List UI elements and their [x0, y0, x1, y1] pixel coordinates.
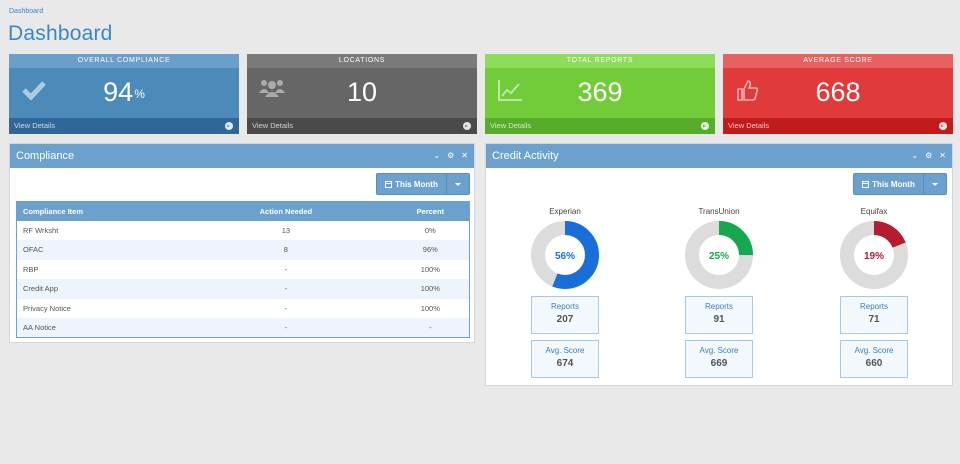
table-row[interactable]: Credit App -100% [16, 279, 470, 299]
bureau-name: Equifax [860, 207, 888, 216]
arrow-circle-icon [701, 122, 709, 130]
stat-box-average-score: AVERAGE SCORE 668 View Details [723, 54, 953, 134]
reports-card[interactable]: Reports 91 [685, 296, 753, 334]
stat-box-compliance: OVERALL COMPLIANCE 94% View Details [9, 54, 239, 134]
arrow-circle-icon [225, 122, 233, 130]
this-month-button[interactable]: This Month [854, 174, 924, 194]
avg-score-card[interactable]: Avg. Score 660 [840, 340, 908, 378]
stat-value: 369 [577, 77, 623, 107]
gear-icon[interactable]: ⚙ [447, 152, 454, 160]
reports-card[interactable]: Reports 71 [840, 296, 908, 334]
avg-score-card[interactable]: Avg. Score 674 [531, 340, 599, 378]
column-header[interactable]: Compliance Item [16, 201, 181, 221]
panel-title: Compliance [16, 150, 75, 162]
view-details-link[interactable]: View Details [485, 118, 715, 134]
donut-chart: 25% [685, 221, 753, 289]
compliance-panel: Compliance ⌄ ⚙ ✕ This Month Compliance I… [9, 143, 475, 343]
this-month-button[interactable]: This Month [377, 174, 447, 194]
view-details-link[interactable]: View Details [247, 118, 477, 134]
bureau-name: TransUnion [698, 207, 740, 216]
donut-chart: 19% [840, 221, 908, 289]
bureau-equifax: Equifax 19% Reports 71 Avg. Score 660 [834, 207, 914, 378]
this-month-dropdown[interactable]: This Month [853, 173, 947, 195]
credit-activity-panel: Credit Activity ⌄ ⚙ ✕ This Month Experia… [485, 143, 953, 386]
donut-chart: 56% [531, 221, 599, 289]
table-row[interactable]: RBP -100% [17, 260, 470, 280]
breadcrumb[interactable]: Dashboard [9, 8, 43, 15]
gear-icon[interactable]: ⚙ [925, 152, 932, 160]
bureau-transunion: TransUnion 25% Reports 91 Avg. Score 669 [679, 207, 759, 378]
stat-value: 10 [346, 77, 378, 107]
close-icon[interactable]: ✕ [939, 152, 946, 160]
arrow-circle-icon [939, 122, 947, 130]
donut-percent: 56% [555, 251, 575, 262]
panel-title: Credit Activity [492, 150, 559, 162]
chevron-down-icon[interactable]: ⌄ [433, 152, 440, 160]
avg-score-card[interactable]: Avg. Score 669 [685, 340, 753, 378]
stat-box-total-reports: TOTAL REPORTS 369 View Details [485, 54, 715, 134]
column-header[interactable]: Percent [391, 201, 470, 221]
calendar-icon [862, 180, 870, 188]
donut-percent: 19% [864, 251, 884, 262]
table-row[interactable]: Privacy Notice -100% [17, 299, 470, 319]
stat-value: 668 [815, 77, 861, 107]
close-icon[interactable]: ✕ [461, 152, 468, 160]
column-header[interactable]: Action Needed [180, 201, 392, 221]
dropdown-toggle[interactable] [924, 174, 946, 194]
bureau-experian: Experian 56% Reports 207 Avg. Score 674 [525, 207, 605, 378]
chevron-down-icon[interactable]: ⌄ [911, 152, 918, 160]
table-row[interactable]: AA Notice - - [16, 318, 470, 338]
donut-percent: 25% [709, 251, 729, 262]
stat-value: 94% [103, 77, 145, 107]
this-month-dropdown[interactable]: This Month [376, 173, 470, 195]
stat-box-locations: LOCATIONS 10 View Details [247, 54, 477, 134]
arrow-circle-icon [463, 122, 471, 130]
stat-title: LOCATIONS [247, 54, 477, 68]
stat-title: AVERAGE SCORE [723, 54, 953, 68]
calendar-icon [385, 180, 393, 188]
table-row[interactable]: OFAC 8 96% [16, 240, 470, 260]
view-details-link[interactable]: View Details [723, 118, 953, 134]
stat-title: TOTAL REPORTS [485, 54, 715, 68]
reports-card[interactable]: Reports 207 [531, 296, 599, 334]
bureau-name: Experian [549, 207, 581, 216]
stat-title: OVERALL COMPLIANCE [9, 54, 239, 68]
compliance-table: Compliance Item Action Needed Percent RF… [16, 201, 470, 338]
table-row[interactable]: RF Wrksht 13 0% [17, 221, 470, 241]
page-title: Dashboard [8, 22, 113, 45]
view-details-link[interactable]: View Details [9, 118, 239, 134]
dropdown-toggle[interactable] [447, 174, 469, 194]
